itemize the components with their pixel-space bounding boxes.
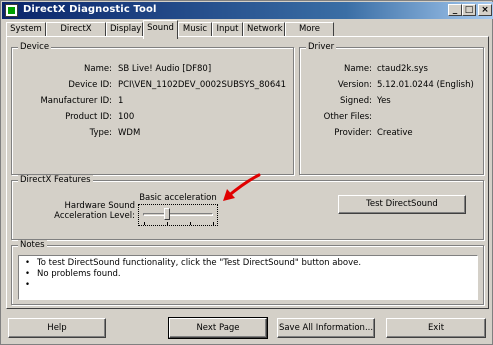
app-icon [5,4,18,17]
exit-button[interactable]: Exit [386,318,486,338]
help-button[interactable]: Help [8,318,106,338]
window-title: DirectX Diagnostic Tool [23,4,157,15]
save-all-button-label: Save All Information... [278,323,374,333]
note-text: No problems found. [37,269,121,279]
slider-caption: Basic acceleration [139,193,217,203]
slider-tick [213,222,214,225]
device-type-label: Type: [89,128,112,138]
driver-group-label: Driver [306,42,337,53]
notes-list: • To test DirectSound functionality, cli… [18,255,478,300]
tab-sound[interactable]: Sound [143,20,178,39]
note-text: To test DirectSound functionality, click… [37,258,362,268]
annotation-arrow-icon [223,173,261,201]
slider-track [143,213,213,216]
driver-other-files-label: Other Files: [323,112,372,122]
bullet-icon: • [25,269,31,279]
hw-accel-label-line2: Acceleration Level: [54,211,135,221]
driver-version-label: Version: [337,80,372,90]
minimize-button[interactable]: _ [448,4,462,16]
tab-network[interactable]: Network [243,22,285,37]
next-page-button-label: Next Page [196,323,240,333]
tab-more-help[interactable]: More Help [285,22,334,47]
device-type-value: WDM [118,128,141,138]
device-name-label: Name: [84,64,112,74]
manufacturer-id-value: 1 [118,96,124,106]
slider-thumb[interactable] [164,208,171,220]
sound-tab-panel: Device Name: SB Live! Audio [DF80] Devic… [6,36,489,309]
driver-name-value: ctaud2k.sys [377,64,428,74]
driver-other-files-row: Other Files: [300,111,485,123]
help-button-label: Help [47,323,67,333]
driver-provider-row: Provider: Creative [300,127,485,139]
device-id-value: PCI\VEN_1102DEV_0002SUBSYS_80641 [118,80,287,90]
driver-name-row: Name: ctaud2k.sys [300,63,485,75]
directx-diagnostic-window: DirectX Diagnostic Tool _ □ × System Dir… [0,0,493,345]
driver-provider-value: Creative [377,128,413,138]
device-id-row: Device ID: PCI\VEN_1102DEV_0002SUBSYS_80… [12,79,295,91]
tab-directx-files[interactable]: DirectX Files [46,22,106,47]
product-id-label: Product ID: [65,112,112,122]
bullet-icon: • [25,280,31,290]
driver-version-row: Version: 5.12.01.0244 (English) [300,79,485,91]
save-all-information-button[interactable]: Save All Information... [277,318,375,338]
driver-signed-label: Signed: [339,96,372,106]
tab-music[interactable]: Music [178,22,212,37]
bullet-icon: • [25,258,31,268]
slider-tick [144,222,145,225]
manufacturer-id-row: Manufacturer ID: 1 [12,95,295,107]
slider-tick [190,222,191,225]
test-directsound-label: Test DirectSound [366,199,438,209]
next-page-button[interactable]: Next Page [168,317,268,339]
tab-input[interactable]: Input [212,22,243,37]
device-group: Device Name: SB Live! Audio [DF80] Devic… [11,42,295,175]
directx-features-label: DirectX Features [18,175,93,186]
device-name-row: Name: SB Live! Audio [DF80] [12,63,295,75]
manufacturer-id-label: Manufacturer ID: [40,96,112,106]
device-type-row: Type: WDM [12,127,295,139]
driver-provider-label: Provider: [334,128,372,138]
hw-accel-label: Hardware Sound Acceleration Level: [20,201,135,221]
notes-group-label: Notes [18,240,47,251]
hw-accel-label-line1: Hardware Sound [64,201,135,211]
driver-version-value: 5.12.01.0244 (English) [377,80,474,90]
tab-system[interactable]: System [6,22,46,37]
test-directsound-button[interactable]: Test DirectSound [338,195,466,214]
notes-group: Notes • To test DirectSound functionalit… [11,240,484,305]
device-name-value: SB Live! Audio [DF80] [118,64,212,74]
directx-features-group: DirectX Features Hardware Sound Accelera… [11,173,484,240]
tab-display[interactable]: Display [106,22,143,37]
exit-button-label: Exit [427,323,445,333]
maximize-button[interactable]: □ [462,4,476,16]
hw-accel-slider[interactable] [138,204,218,226]
product-id-row: Product ID: 100 [12,111,295,123]
driver-group: Driver Name: ctaud2k.sys Version: 5.12.0… [299,42,485,175]
device-id-label: Device ID: [68,80,112,90]
title-bar[interactable]: DirectX Diagnostic Tool _ □ × [2,2,493,19]
driver-signed-value: Yes [377,96,391,106]
driver-name-label: Name: [344,64,372,74]
device-group-label: Device [18,42,52,53]
slider-tick [167,222,168,225]
close-button[interactable]: × [478,4,492,16]
product-id-value: 100 [118,112,135,122]
driver-signed-row: Signed: Yes [300,95,485,107]
